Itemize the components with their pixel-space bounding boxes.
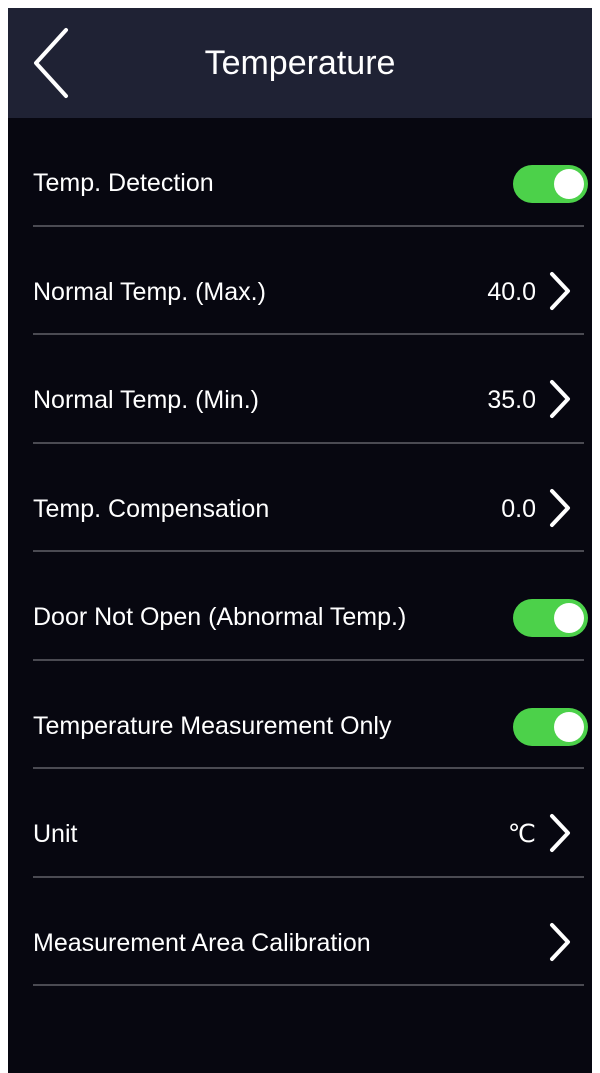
- row-value: 40.0: [487, 277, 536, 306]
- chevron-right-icon: [546, 922, 574, 962]
- toggle-knob: [554, 711, 584, 742]
- row-label: Measurement Area Calibration: [33, 928, 371, 957]
- row-label: Normal Temp. (Min.): [33, 386, 259, 414]
- back-button[interactable]: [26, 26, 86, 100]
- temperature-measurement-only-toggle[interactable]: [513, 707, 588, 746]
- row-value: 0.0: [501, 494, 536, 523]
- chevron-left-icon: [26, 26, 86, 100]
- header-bar: Temperature: [8, 8, 592, 118]
- row-label: Normal Temp. (Max.): [33, 277, 266, 306]
- row-normal-temp-min[interactable]: Normal Temp. (Min.) 35.0: [8, 335, 592, 444]
- row-value: ℃: [507, 820, 536, 848]
- row-label: Door Not Open (Abnormal Temp.): [33, 603, 407, 631]
- chevron-right-icon: [546, 379, 574, 419]
- page-title: Temperature: [204, 44, 396, 82]
- row-door-not-open: Door Not Open (Abnormal Temp.): [8, 552, 592, 661]
- row-value: 35.0: [487, 386, 536, 414]
- row-label: Temp. Compensation: [33, 494, 270, 523]
- door-not-open-toggle[interactable]: [513, 599, 588, 637]
- divider: [33, 984, 584, 986]
- chevron-right-icon: [546, 488, 574, 528]
- toggle-knob: [554, 603, 584, 633]
- row-label: Temperature Measurement Only: [33, 711, 392, 740]
- row-temperature-measurement-only: Temperature Measurement Only: [8, 661, 592, 769]
- row-label: Temp. Detection: [33, 169, 214, 197]
- temperature-settings-screen: Temperature Temp. Detection Normal Temp.…: [8, 8, 592, 1073]
- row-unit[interactable]: Unit ℃: [8, 769, 592, 878]
- toggle-knob: [554, 169, 584, 199]
- chevron-right-icon: [546, 271, 574, 311]
- chevron-right-icon: [546, 813, 574, 853]
- temp-detection-toggle[interactable]: [513, 165, 588, 203]
- row-measurement-area-calibration[interactable]: Measurement Area Calibration: [8, 878, 592, 986]
- row-label: Unit: [33, 820, 78, 848]
- settings-list: Temp. Detection Normal Temp. (Max.) 40.0…: [8, 118, 592, 986]
- row-temp-compensation[interactable]: Temp. Compensation 0.0: [8, 444, 592, 552]
- row-normal-temp-max[interactable]: Normal Temp. (Max.) 40.0: [8, 227, 592, 335]
- row-temp-detection: Temp. Detection: [8, 118, 592, 227]
